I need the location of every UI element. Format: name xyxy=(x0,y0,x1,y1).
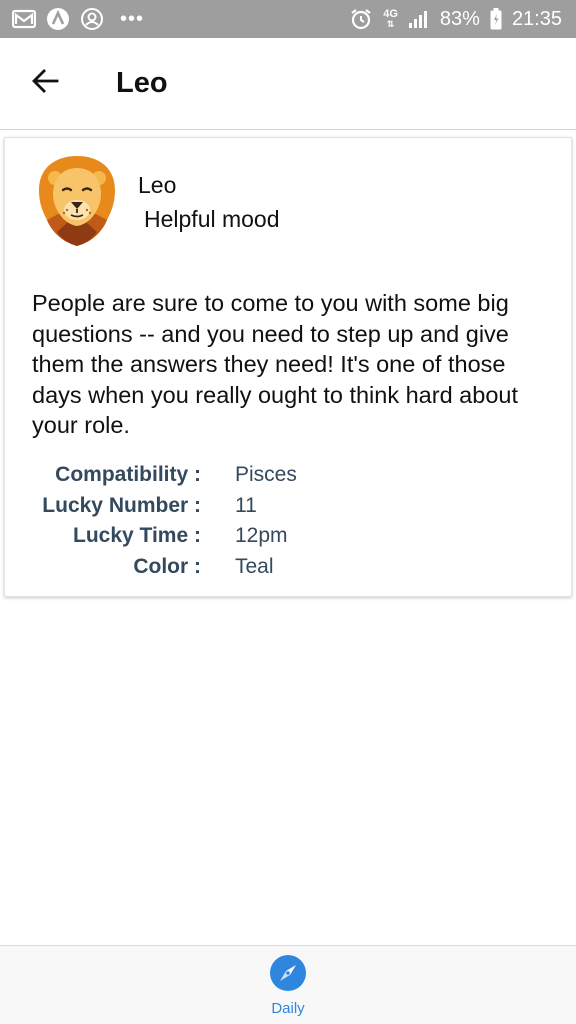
account-icon xyxy=(80,7,104,31)
gmail-icon xyxy=(12,9,36,29)
detail-row-lucky-time: Lucky Time : 12pm xyxy=(5,521,573,552)
compass-icon xyxy=(269,954,307,992)
mood-text: Helpful mood xyxy=(144,206,280,232)
detail-label: Color : xyxy=(133,554,201,578)
detail-value: Teal xyxy=(235,554,274,578)
status-bar-left: ••• xyxy=(12,7,144,31)
signal-icon xyxy=(408,9,430,29)
arrow-left-icon xyxy=(31,67,59,100)
network-type: 4G xyxy=(383,8,398,20)
details-list: Compatibility : Pisces Lucky Number : 11… xyxy=(5,460,573,582)
network-4g-icon: 4G ⇅ xyxy=(383,8,398,30)
detail-value: 11 xyxy=(235,493,257,517)
detail-row-compatibility: Compatibility : Pisces xyxy=(5,460,573,491)
detail-row-lucky-number: Lucky Number : 11 xyxy=(5,491,573,522)
lion-avatar-icon xyxy=(33,154,121,248)
content-area[interactable]: Leo Helpful mood People are sure to come… xyxy=(0,131,576,945)
status-bar: ••• 4G ⇅ 83% 21:35 xyxy=(0,0,576,38)
back-button[interactable] xyxy=(17,56,73,112)
detail-label: Compatibility : xyxy=(55,463,201,487)
horoscope-card: Leo Helpful mood People are sure to come… xyxy=(4,137,572,597)
horoscope-text: People are sure to come to you with some… xyxy=(32,290,518,438)
detail-label: Lucky Number : xyxy=(42,493,201,517)
detail-label: Lucky Time : xyxy=(73,524,201,548)
battery-icon xyxy=(490,8,502,30)
detail-value: 12pm xyxy=(235,524,288,548)
nav-item-daily[interactable]: Daily xyxy=(248,954,328,1020)
a-icon xyxy=(46,7,70,31)
bottom-nav: Daily xyxy=(0,945,576,1024)
more-dots-icon: ••• xyxy=(120,8,145,30)
alarm-icon xyxy=(349,7,373,31)
detail-value: Pisces xyxy=(235,463,297,487)
clock: 21:35 xyxy=(511,7,562,30)
status-bar-right: 4G ⇅ 83% 21:35 xyxy=(349,7,562,31)
app-bar: Leo xyxy=(0,38,576,130)
page-title: Leo xyxy=(116,67,168,99)
detail-row-color: Color : Teal xyxy=(5,552,573,583)
sign-name: Leo xyxy=(138,172,177,198)
nav-label-daily: Daily xyxy=(271,1000,305,1017)
battery-percent: 83% xyxy=(439,7,480,30)
